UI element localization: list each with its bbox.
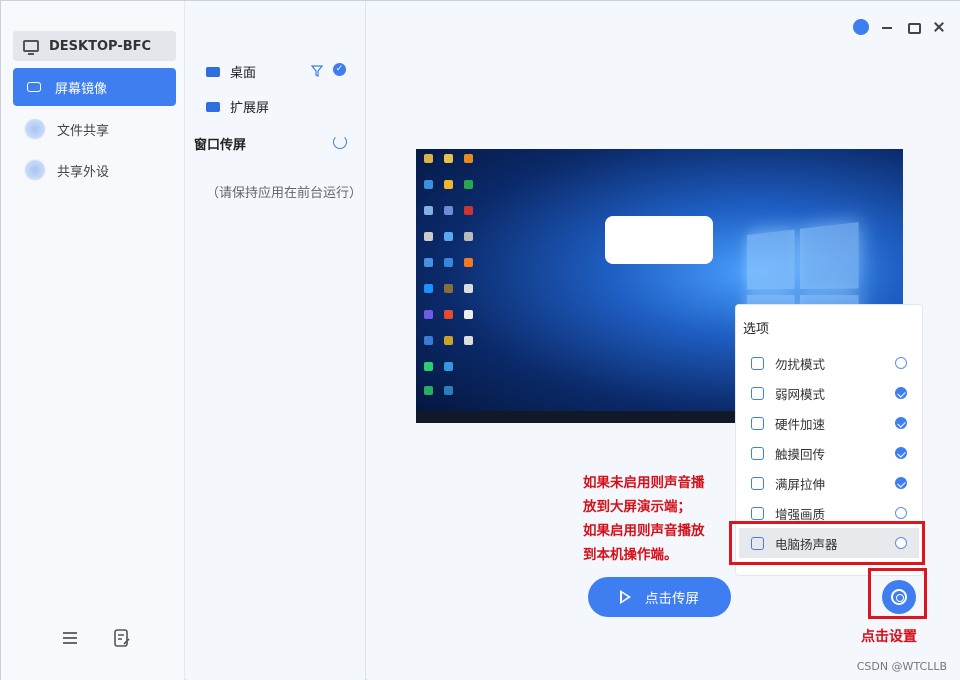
folder-icon bbox=[24, 118, 46, 140]
refresh-icon[interactable] bbox=[333, 135, 347, 149]
sidebar: DESKTOP-BFC 屏幕镜像 文件共享 共享外设 bbox=[1, 1, 185, 680]
source-extend[interactable]: 扩展屏 bbox=[206, 97, 269, 116]
foreground-hint: （请保持应用在前台运行） bbox=[206, 186, 363, 201]
extend-screen-icon bbox=[206, 101, 220, 112]
play-icon bbox=[620, 590, 631, 604]
option-do-not-disturb[interactable]: 勿扰模式 bbox=[736, 348, 922, 378]
option-touch-backhaul[interactable]: 触摸回传 bbox=[736, 438, 922, 468]
annotation-line: 如果启用则声音播放 bbox=[583, 523, 705, 539]
checked-circle-icon[interactable] bbox=[895, 447, 907, 459]
source-extend-label: 扩展屏 bbox=[230, 101, 270, 116]
checkmark-icon: ✓ bbox=[333, 63, 346, 76]
filter-icon[interactable] bbox=[310, 62, 324, 77]
watermark: CSDN @WTCLLB bbox=[856, 660, 947, 673]
main-area: 选项 勿扰模式 弱网模式 硬件加速 触摸回传 满屏拉伸 增强画质 电脑扬声器 如… bbox=[367, 1, 960, 680]
source-desktop[interactable]: 桌面 bbox=[206, 62, 256, 81]
option-label: 增强画质 bbox=[775, 506, 826, 522]
source-panel: 桌面 ✓ 扩展屏 窗口传屏 （请保持应用在前台运行） bbox=[186, 1, 366, 680]
checked-circle-icon[interactable] bbox=[895, 477, 907, 489]
option-label: 满屏拉伸 bbox=[775, 476, 826, 492]
annotation-line: 放到大屏演示端； bbox=[583, 499, 691, 515]
preview-popup-graphic bbox=[605, 216, 713, 264]
close-icon[interactable] bbox=[931, 19, 947, 35]
option-weak-network[interactable]: 弱网模式 bbox=[736, 378, 922, 408]
settings-annotation: 点击设置 bbox=[861, 629, 917, 645]
sidebar-item-peripheral-share[interactable]: 共享外设 bbox=[13, 151, 176, 189]
device-name: DESKTOP-BFC bbox=[49, 38, 152, 54]
sidebar-footer bbox=[59, 627, 133, 649]
settings-gear-icon bbox=[891, 589, 907, 605]
app-window: DESKTOP-BFC 屏幕镜像 文件共享 共享外设 桌面 ✓ 扩展屏 窗口传屏… bbox=[0, 0, 960, 680]
desktop-icon bbox=[206, 66, 220, 77]
checked-circle-icon[interactable] bbox=[895, 417, 907, 429]
maximize-icon[interactable] bbox=[905, 19, 921, 35]
settings-button[interactable] bbox=[882, 580, 916, 614]
speaker-highlight-box bbox=[729, 521, 925, 565]
option-fullscreen-stretch[interactable]: 满屏拉伸 bbox=[736, 468, 922, 498]
option-label: 硬件加速 bbox=[775, 416, 826, 432]
sidebar-item-screen-mirror[interactable]: 屏幕镜像 bbox=[13, 68, 176, 106]
radio-off-icon[interactable] bbox=[895, 357, 907, 369]
annotation-line: 到本机操作端。 bbox=[583, 547, 678, 563]
sidebar-item-label: 共享外设 bbox=[57, 164, 110, 180]
lightning-icon bbox=[751, 386, 764, 400]
option-label: 勿扰模式 bbox=[775, 356, 826, 372]
speaker-annotation: 如果未启用则声音播 放到大屏演示端； 如果启用则声音播放 到本机操作端。 bbox=[583, 471, 705, 567]
stretch-icon bbox=[751, 476, 764, 490]
annotation-line: 如果未启用则声音播 bbox=[583, 475, 705, 491]
window-controls bbox=[853, 19, 947, 35]
sidebar-item-label: 屏幕镜像 bbox=[55, 81, 108, 97]
device-selector[interactable]: DESKTOP-BFC bbox=[13, 31, 176, 61]
do-not-disturb-icon bbox=[751, 356, 764, 370]
source-desktop-label: 桌面 bbox=[230, 66, 257, 81]
radio-off-icon[interactable] bbox=[895, 507, 907, 519]
sidebar-item-file-share[interactable]: 文件共享 bbox=[13, 110, 176, 148]
option-label: 触摸回传 bbox=[775, 446, 826, 462]
cast-button-label: 点击传屏 bbox=[645, 591, 699, 607]
checked-circle-icon[interactable] bbox=[895, 387, 907, 399]
monitor-icon bbox=[23, 40, 39, 55]
touch-icon bbox=[751, 446, 764, 460]
minimize-icon[interactable] bbox=[879, 19, 895, 35]
screen-mirror-icon bbox=[27, 82, 41, 92]
cast-button[interactable]: 点击传屏 bbox=[588, 577, 731, 617]
options-title: 选项 bbox=[743, 322, 770, 337]
option-label: 弱网模式 bbox=[775, 386, 826, 402]
menu-icon[interactable] bbox=[59, 627, 81, 649]
network-icon bbox=[24, 159, 46, 181]
chip-icon bbox=[751, 416, 764, 430]
app-logo-icon[interactable] bbox=[853, 19, 869, 35]
option-hardware-accel[interactable]: 硬件加速 bbox=[736, 408, 922, 438]
feedback-icon[interactable] bbox=[111, 627, 133, 649]
image-quality-icon bbox=[751, 506, 764, 520]
window-cast-title: 窗口传屏 bbox=[194, 138, 247, 153]
sidebar-item-label: 文件共享 bbox=[57, 123, 110, 139]
